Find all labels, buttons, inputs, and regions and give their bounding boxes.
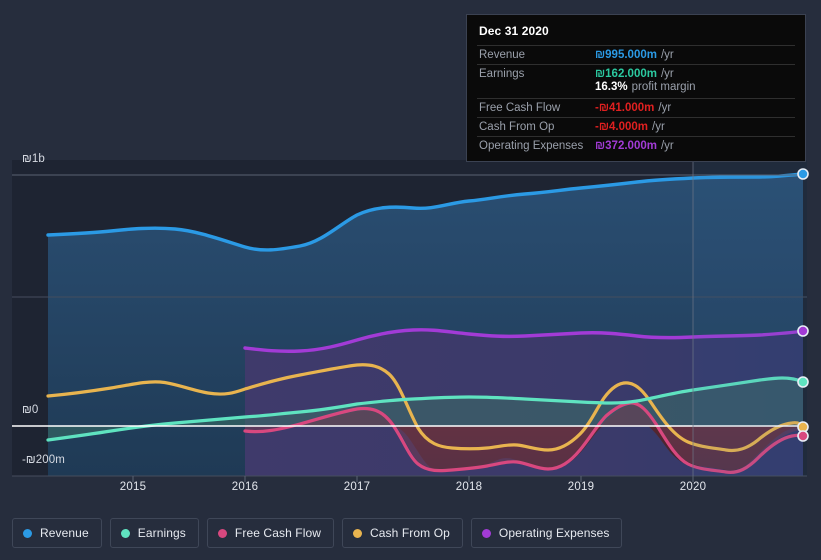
x-axis-label-2016: 2016 xyxy=(231,481,259,493)
legend-item-free-cash-flow[interactable]: Free Cash Flow xyxy=(206,518,335,548)
hover-tooltip: Dec 31 2020 Revenue ₪995.000m /yr Earnin… xyxy=(466,14,806,162)
endpoint-marker-revenue[interactable] xyxy=(797,168,809,180)
y-axis-label-neg200m: -₪200m xyxy=(22,454,65,466)
legend-item-revenue[interactable]: Revenue xyxy=(12,518,102,548)
x-axis-label-2020: 2020 xyxy=(679,481,707,493)
tooltip-value-operating-expenses: ₪372.000m xyxy=(595,140,657,152)
legend-item-operating-expenses[interactable]: Operating Expenses xyxy=(470,518,623,548)
legend-dot-revenue-icon xyxy=(23,528,32,538)
x-axis-label-2019: 2019 xyxy=(567,481,595,493)
endpoint-marker-free-cash-flow[interactable] xyxy=(797,430,809,442)
legend-label-cash-from-op: Cash From Op xyxy=(370,526,450,540)
legend-label-earnings: Earnings xyxy=(137,526,186,540)
tooltip-row-profit-margin: 16.3% profit margin xyxy=(477,81,795,98)
tooltip-value-revenue: ₪995.000m xyxy=(595,49,657,61)
legend-dot-free-cash-flow-icon xyxy=(217,528,227,538)
x-axis-label-2015: 2015 xyxy=(119,481,147,493)
legend-dot-operating-expenses-icon xyxy=(481,528,491,538)
tooltip-value-earnings: ₪162.000m xyxy=(595,68,657,80)
tooltip-value-profit-margin: 16.3% xyxy=(595,81,628,93)
endpoint-marker-operating-expenses[interactable] xyxy=(797,325,809,337)
x-axis-label-2017: 2017 xyxy=(343,481,371,493)
tooltip-key-revenue: Revenue xyxy=(479,49,526,61)
tooltip-suffix-earnings: /yr xyxy=(660,68,674,80)
tooltip-key-cash-from-op: Cash From Op xyxy=(479,121,555,133)
tooltip-key-free-cash-flow: Free Cash Flow xyxy=(479,102,561,114)
tooltip-value-cash-from-op: -₪4.000m xyxy=(595,121,648,133)
tooltip-key-earnings: Earnings xyxy=(479,68,525,80)
y-axis-label-1b: ₪1b xyxy=(22,153,45,165)
legend-item-cash-from-op[interactable]: Cash From Op xyxy=(342,518,463,548)
hover-highlight-band xyxy=(693,160,807,476)
legend-label-revenue: Revenue xyxy=(40,526,89,540)
tooltip-suffix-free-cash-flow: /yr xyxy=(658,102,672,114)
tooltip-key-operating-expenses: Operating Expenses xyxy=(479,140,584,152)
legend-dot-cash-from-op-icon xyxy=(353,528,363,538)
x-axis-label-2018: 2018 xyxy=(455,481,483,493)
tooltip-row-cash-from-op: Cash From Op -₪4.000m /yr xyxy=(477,117,795,136)
chart-page: ₪1b ₪0 -₪200m 2015 2016 2017 2018 2019 2… xyxy=(0,0,821,560)
chart-legend: Revenue Earnings Free Cash Flow Cash Fro… xyxy=(12,518,623,548)
tooltip-row-free-cash-flow: Free Cash Flow -₪41.000m /yr xyxy=(477,98,795,117)
tooltip-row-operating-expenses: Operating Expenses ₪372.000m /yr xyxy=(477,136,795,155)
tooltip-suffix-operating-expenses: /yr xyxy=(660,140,674,152)
legend-label-operating-expenses: Operating Expenses xyxy=(498,526,610,540)
y-axis-label-0: ₪0 xyxy=(22,404,39,416)
endpoint-marker-earnings[interactable] xyxy=(797,376,809,388)
legend-item-earnings[interactable]: Earnings xyxy=(109,518,199,548)
tooltip-date: Dec 31 2020 xyxy=(479,24,549,38)
legend-dot-earnings-icon xyxy=(120,528,130,538)
legend-label-free-cash-flow: Free Cash Flow xyxy=(234,526,322,540)
tooltip-value-free-cash-flow: -₪41.000m xyxy=(595,102,655,114)
tooltip-suffix-profit-margin: profit margin xyxy=(631,81,696,93)
tooltip-suffix-revenue: /yr xyxy=(660,49,674,61)
tooltip-row-revenue: Revenue ₪995.000m /yr xyxy=(477,45,795,64)
x-tick-marks xyxy=(132,476,694,482)
tooltip-suffix-cash-from-op: /yr xyxy=(652,121,665,133)
